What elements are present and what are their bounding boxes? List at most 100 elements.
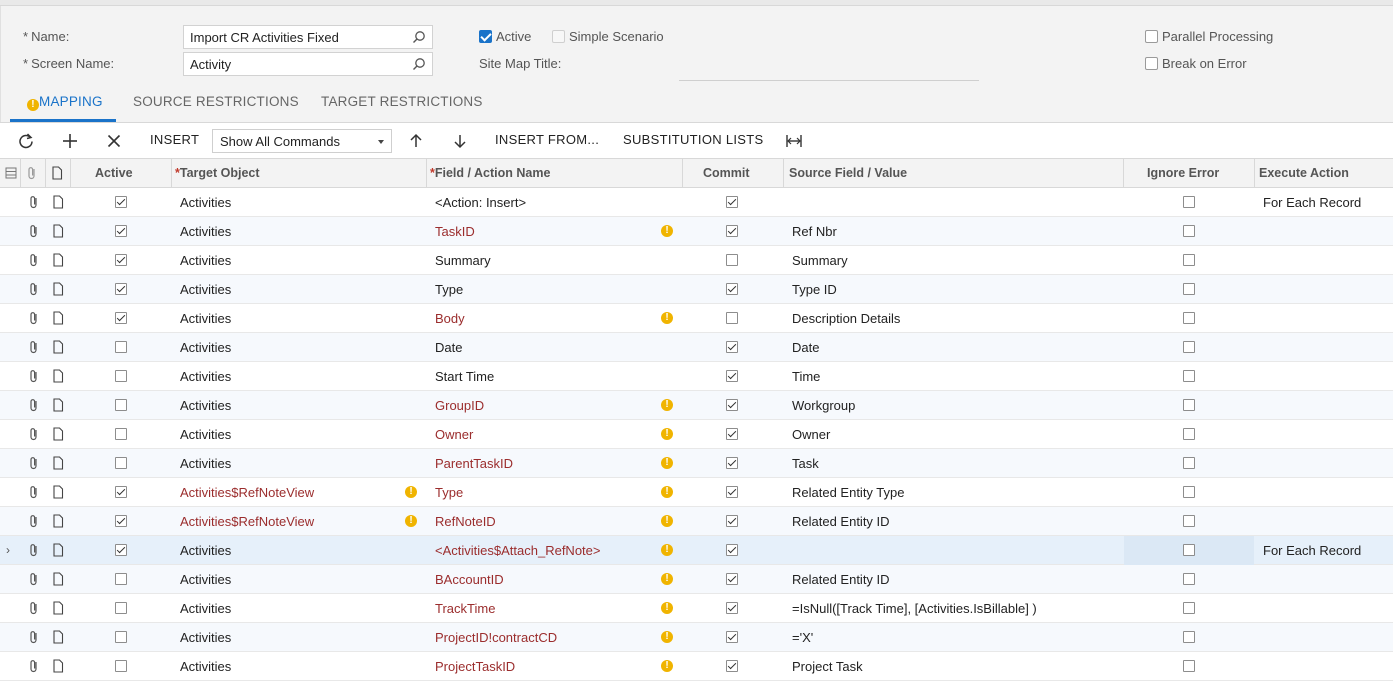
row-target-object[interactable]: Activities <box>180 304 231 333</box>
paperclip-icon[interactable] <box>28 456 42 470</box>
note-icon[interactable] <box>52 543 66 557</box>
note-icon[interactable] <box>52 601 66 615</box>
close-icon[interactable] <box>105 132 123 150</box>
table-row[interactable]: Activities Body! Description Details <box>0 304 1393 333</box>
insert-from-button[interactable]: INSERT FROM... <box>495 132 599 147</box>
row-execute-action[interactable]: For Each Record <box>1263 188 1361 217</box>
paperclip-icon[interactable] <box>28 282 42 296</box>
paperclip-icon[interactable] <box>28 543 42 557</box>
row-field-action[interactable]: Summary <box>435 246 491 275</box>
arrow-down-icon[interactable] <box>451 132 469 150</box>
row-target-object[interactable]: Activities <box>180 652 231 681</box>
note-icon[interactable] <box>52 427 66 441</box>
column-commit[interactable]: Commit <box>703 159 750 188</box>
simple-scenario-checkbox[interactable]: Simple Scenario <box>552 29 664 44</box>
note-icon[interactable] <box>52 253 66 267</box>
checkbox-box[interactable] <box>552 30 565 43</box>
row-ignore-error-checkbox[interactable] <box>1183 312 1195 324</box>
note-icon[interactable] <box>52 630 66 644</box>
active-checkbox[interactable]: Active <box>479 29 531 44</box>
row-commit-checkbox[interactable] <box>726 457 738 469</box>
paperclip-icon[interactable] <box>28 398 42 412</box>
row-target-object[interactable]: Activities$RefNoteView <box>180 507 314 536</box>
row-field-action[interactable]: TrackTime <box>435 594 495 623</box>
paperclip-icon[interactable] <box>28 427 42 441</box>
paperclip-icon[interactable] <box>28 485 42 499</box>
paperclip-icon[interactable] <box>28 514 42 528</box>
row-field-action[interactable]: ProjectTaskID <box>435 652 515 681</box>
table-row[interactable]: Activities TaskID! Ref Nbr <box>0 217 1393 246</box>
note-icon[interactable] <box>52 282 66 296</box>
row-field-action[interactable]: <Action: Insert> <box>435 188 526 217</box>
row-active-checkbox[interactable] <box>115 370 127 382</box>
row-source-field[interactable]: Ref Nbr <box>792 217 837 246</box>
row-field-action[interactable]: Start Time <box>435 362 494 391</box>
row-source-field[interactable]: Related Entity Type <box>792 478 905 507</box>
row-target-object[interactable]: Activities <box>180 420 231 449</box>
row-source-field[interactable]: ='X' <box>792 623 813 652</box>
row-active-checkbox[interactable] <box>115 283 127 295</box>
table-row[interactable]: Activities BAccountID! Related Entity ID <box>0 565 1393 594</box>
row-commit-checkbox[interactable] <box>726 660 738 672</box>
row-ignore-error-checkbox[interactable] <box>1183 660 1195 672</box>
table-row[interactable]: Activities Type Type ID <box>0 275 1393 304</box>
paperclip-icon[interactable] <box>28 224 42 238</box>
row-commit-checkbox[interactable] <box>726 573 738 585</box>
paperclip-icon[interactable] <box>28 572 42 586</box>
row-source-field[interactable]: Date <box>792 333 819 362</box>
row-source-field[interactable]: =IsNull([Track Time], [Activities.IsBill… <box>792 594 1037 623</box>
insert-button[interactable]: INSERT <box>150 132 199 147</box>
row-commit-checkbox[interactable] <box>726 196 738 208</box>
row-ignore-error-checkbox[interactable] <box>1183 544 1195 556</box>
row-target-object[interactable]: Activities <box>180 536 231 565</box>
paperclip-icon[interactable] <box>28 311 42 325</box>
break-on-error-checkbox[interactable]: Break on Error <box>1145 56 1247 71</box>
search-icon[interactable] <box>412 57 426 71</box>
row-active-checkbox[interactable] <box>115 544 127 556</box>
row-commit-checkbox[interactable] <box>726 399 738 411</box>
paperclip-icon[interactable] <box>28 601 42 615</box>
row-active-checkbox[interactable] <box>115 254 127 266</box>
tab-source-restrictions[interactable]: SOURCE RESTRICTIONS <box>133 94 299 109</box>
table-row[interactable]: Activities ProjectTaskID! Project Task <box>0 652 1393 681</box>
row-field-action[interactable]: ParentTaskID <box>435 449 513 478</box>
row-commit-checkbox[interactable] <box>726 254 738 266</box>
row-field-action[interactable]: Date <box>435 333 462 362</box>
row-active-checkbox[interactable] <box>115 602 127 614</box>
note-icon[interactable] <box>52 311 66 325</box>
paperclip-icon[interactable] <box>28 340 42 354</box>
row-ignore-error-checkbox[interactable] <box>1183 486 1195 498</box>
row-source-field[interactable]: Workgroup <box>792 391 855 420</box>
row-ignore-error-checkbox[interactable] <box>1183 196 1195 208</box>
row-active-checkbox[interactable] <box>115 225 127 237</box>
row-commit-checkbox[interactable] <box>726 341 738 353</box>
refresh-icon[interactable] <box>17 132 35 150</box>
row-ignore-error-checkbox[interactable] <box>1183 254 1195 266</box>
search-icon[interactable] <box>412 30 426 44</box>
row-commit-checkbox[interactable] <box>726 602 738 614</box>
row-ignore-error-checkbox[interactable] <box>1183 573 1195 585</box>
row-target-object[interactable]: Activities <box>180 333 231 362</box>
row-ignore-error-checkbox[interactable] <box>1183 225 1195 237</box>
row-ignore-error-checkbox[interactable] <box>1183 428 1195 440</box>
column-config-icon[interactable] <box>5 167 17 179</box>
row-field-action[interactable]: TaskID <box>435 217 475 246</box>
site-map-title-field[interactable] <box>679 80 979 81</box>
row-target-object[interactable]: Activities <box>180 362 231 391</box>
arrow-up-icon[interactable] <box>407 132 425 150</box>
row-ignore-error-checkbox[interactable] <box>1183 399 1195 411</box>
row-field-action[interactable]: ProjectID!contractCD <box>435 623 557 652</box>
paperclip-icon[interactable] <box>28 253 42 267</box>
row-field-action[interactable]: <Activities$Attach_RefNote> <box>435 536 600 565</box>
row-target-object[interactable]: Activities <box>180 449 231 478</box>
row-execute-action[interactable]: For Each Record <box>1263 536 1361 565</box>
table-row[interactable]: Activities$RefNoteView! Type! Related Enti… <box>0 478 1393 507</box>
row-active-checkbox[interactable] <box>115 312 127 324</box>
column-active[interactable]: Active <box>95 159 133 188</box>
table-row[interactable]: Activities <Action: Insert> For Each Recor… <box>0 188 1393 217</box>
row-source-field[interactable]: Task <box>792 449 819 478</box>
row-target-object[interactable]: Activities$RefNoteView <box>180 478 314 507</box>
table-row[interactable]: Activities Start Time Time <box>0 362 1393 391</box>
table-row[interactable]: Activities TrackTime! =IsNull([Track Time]… <box>0 594 1393 623</box>
commands-select[interactable]: Show All Commands <box>212 129 392 153</box>
